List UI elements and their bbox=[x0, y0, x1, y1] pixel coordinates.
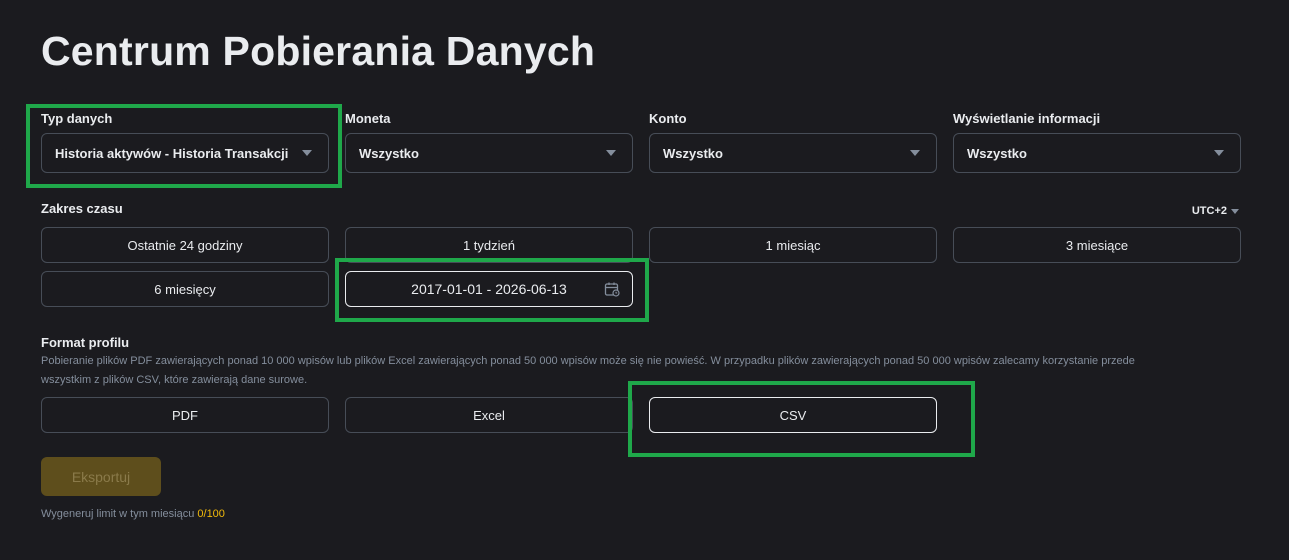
format-note: Pobieranie plików PDF zawierających pona… bbox=[41, 352, 1241, 390]
timezone-value: UTC+2 bbox=[1191, 205, 1227, 217]
format-pdf-button[interactable]: PDF bbox=[41, 397, 329, 433]
chevron-down-icon bbox=[910, 150, 920, 156]
account-value: Wszystko bbox=[663, 145, 723, 161]
coin-value: Wszystko bbox=[359, 145, 419, 161]
account-select[interactable]: Wszystko bbox=[649, 133, 937, 173]
format-note-line-2: wszystkim z plików CSV, które zawierają … bbox=[41, 374, 308, 386]
calendar-icon bbox=[604, 282, 620, 297]
range-3m-button[interactable]: 3 miesiące bbox=[953, 227, 1241, 263]
range-1w-button[interactable]: 1 tydzień bbox=[345, 227, 633, 263]
custom-range-picker[interactable]: 2017-01-01 - 2026-06-13 bbox=[345, 271, 633, 307]
account-label: Konto bbox=[649, 111, 687, 126]
export-limit: Wygeneruj limit w tym miesiącu 0/100 bbox=[41, 508, 225, 520]
format-excel-button[interactable]: Excel bbox=[345, 397, 633, 433]
range-24h-button[interactable]: Ostatnie 24 godziny bbox=[41, 227, 329, 263]
display-select[interactable]: Wszystko bbox=[953, 133, 1241, 173]
data-type-value: Historia aktywów - Historia Transakcji bbox=[55, 145, 289, 161]
data-type-select[interactable]: Historia aktywów - Historia Transakcji bbox=[41, 133, 329, 173]
range-1m-button[interactable]: 1 miesiąc bbox=[649, 227, 937, 263]
format-csv-button[interactable]: CSV bbox=[649, 397, 937, 433]
coin-select[interactable]: Wszystko bbox=[345, 133, 633, 173]
export-button[interactable]: Eksportuj bbox=[41, 457, 161, 496]
coin-label: Moneta bbox=[345, 111, 391, 126]
export-limit-text: Wygeneruj limit w tym miesiącu bbox=[41, 508, 195, 520]
display-label: Wyświetlanie informacji bbox=[953, 111, 1101, 126]
export-limit-count: 0/100 bbox=[197, 508, 225, 520]
chevron-down-icon bbox=[1231, 208, 1239, 214]
format-note-line-1: Pobieranie plików PDF zawierających pona… bbox=[41, 355, 1135, 367]
custom-range-value: 2017-01-01 - 2026-06-13 bbox=[411, 281, 567, 297]
chevron-down-icon bbox=[302, 150, 312, 156]
chevron-down-icon bbox=[606, 150, 616, 156]
timezone-select[interactable]: UTC+2 bbox=[1192, 205, 1239, 217]
data-type-label: Typ danych bbox=[41, 111, 113, 126]
page-title: Centrum Pobierania Danych bbox=[41, 28, 596, 74]
range-6m-button[interactable]: 6 miesięcy bbox=[41, 271, 329, 307]
time-range-label: Zakres czasu bbox=[41, 201, 123, 216]
chevron-down-icon bbox=[1214, 150, 1224, 156]
format-label: Format profilu bbox=[41, 335, 130, 350]
display-value: Wszystko bbox=[967, 145, 1027, 161]
